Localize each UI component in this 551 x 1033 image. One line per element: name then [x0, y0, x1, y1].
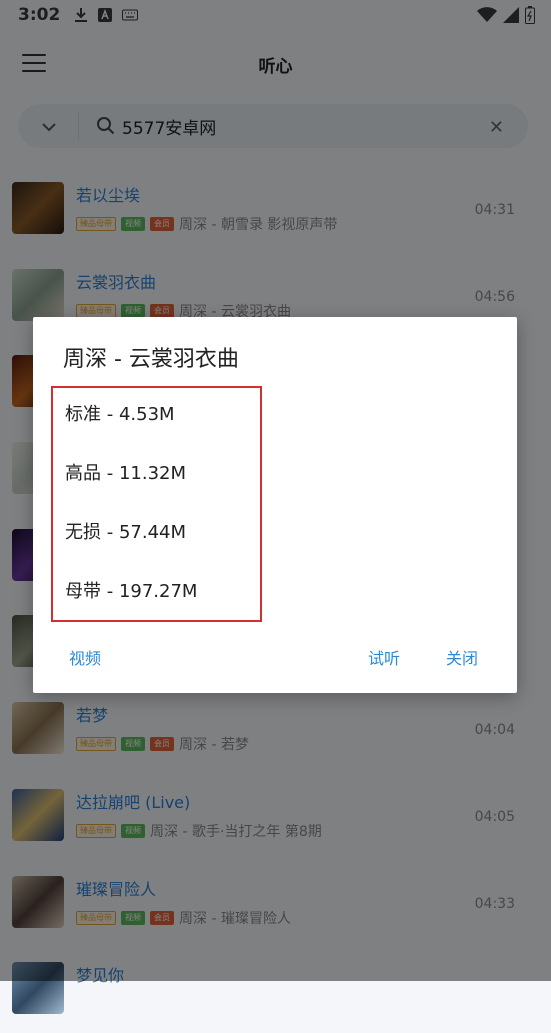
- dialog-title: 周深 - 云裳羽衣曲: [63, 347, 239, 372]
- quality-option-master[interactable]: 母带 - 197.27M: [65, 577, 197, 603]
- preview-button[interactable]: 试听: [368, 645, 400, 669]
- close-button[interactable]: 关闭: [446, 645, 478, 669]
- video-button[interactable]: 视频: [69, 645, 101, 669]
- quality-option-lossless[interactable]: 无损 - 57.44M: [65, 518, 186, 544]
- quality-option-high[interactable]: 高品 - 11.32M: [65, 459, 186, 485]
- quality-dialog: 周深 - 云裳羽衣曲 标准 - 4.53M 高品 - 11.32M 无损 - 5…: [33, 317, 517, 693]
- quality-option-standard[interactable]: 标准 - 4.53M: [65, 400, 175, 426]
- quality-options-highlight: 标准 - 4.53M 高品 - 11.32M 无损 - 57.44M 母带 - …: [51, 386, 262, 622]
